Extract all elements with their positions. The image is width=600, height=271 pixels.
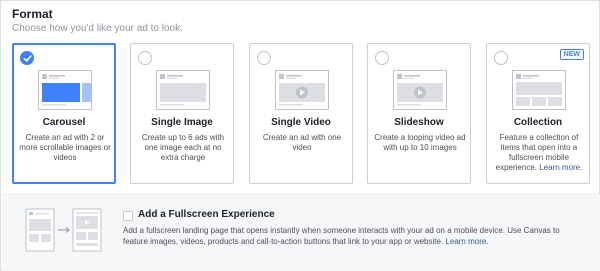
slideshow-preview-icon	[393, 70, 447, 110]
fullscreen-checkbox[interactable]	[123, 211, 133, 221]
carousel-preview-icon	[38, 70, 92, 110]
card-description: Create an ad with 2 or more scrollable i…	[19, 133, 111, 162]
radio-button[interactable]	[138, 51, 152, 65]
card-title: Slideshow	[394, 117, 444, 128]
fullscreen-description-text: Add a fullscreen landing page that opens…	[123, 226, 560, 246]
new-badge: NEW	[559, 49, 584, 60]
format-subtitle: Choose how you'd like your ad to look.	[12, 23, 183, 34]
format-card-single-video[interactable]: Single Video Create an ad with one video	[249, 43, 353, 184]
fullscreen-experience-section: Add a Fullscreen Experience Add a fullsc…	[2, 194, 600, 271]
format-options: Carousel Create an ad with 2 or more scr…	[12, 43, 590, 184]
fullscreen-title: Add a Fullscreen Experience	[138, 209, 275, 220]
card-description: Create an ad with one video	[262, 133, 342, 152]
radio-button[interactable]	[375, 51, 389, 65]
format-panel: Format Choose how you'd like your ad to …	[0, 0, 600, 271]
card-description: Feature a collection of items that open …	[493, 133, 585, 173]
format-card-collection[interactable]: NEW Collection Feature a collection of i…	[486, 43, 590, 184]
radio-button[interactable]	[494, 51, 508, 65]
image-preview-icon	[156, 70, 210, 110]
collection-preview-icon	[512, 70, 566, 110]
fullscreen-illustration-icon	[25, 208, 102, 252]
video-preview-icon	[275, 70, 329, 110]
format-card-slideshow[interactable]: Slideshow Create a looping video ad with…	[367, 43, 471, 184]
card-description: Create up to 6 ads with one image each a…	[141, 133, 225, 162]
learn-more-link[interactable]: Learn more.	[445, 237, 488, 246]
card-title: Single Image	[151, 117, 213, 128]
selected-radio[interactable]	[20, 51, 34, 65]
card-title: Collection	[513, 117, 563, 128]
card-title: Carousel	[42, 117, 86, 128]
fullscreen-description: Add a fullscreen landing page that opens…	[123, 225, 585, 247]
card-title: Single Video	[271, 117, 331, 128]
radio-button[interactable]	[257, 51, 271, 65]
card-description: Create a looping video ad with up to 10 …	[374, 133, 466, 152]
format-card-single-image[interactable]: Single Image Create up to 6 ads with one…	[130, 43, 234, 184]
format-title: Format	[12, 7, 53, 21]
format-card-carousel[interactable]: Carousel Create an ad with 2 or more scr…	[12, 43, 116, 184]
learn-more-link[interactable]: Learn more.	[539, 163, 582, 172]
checkmark-icon	[23, 55, 32, 62]
